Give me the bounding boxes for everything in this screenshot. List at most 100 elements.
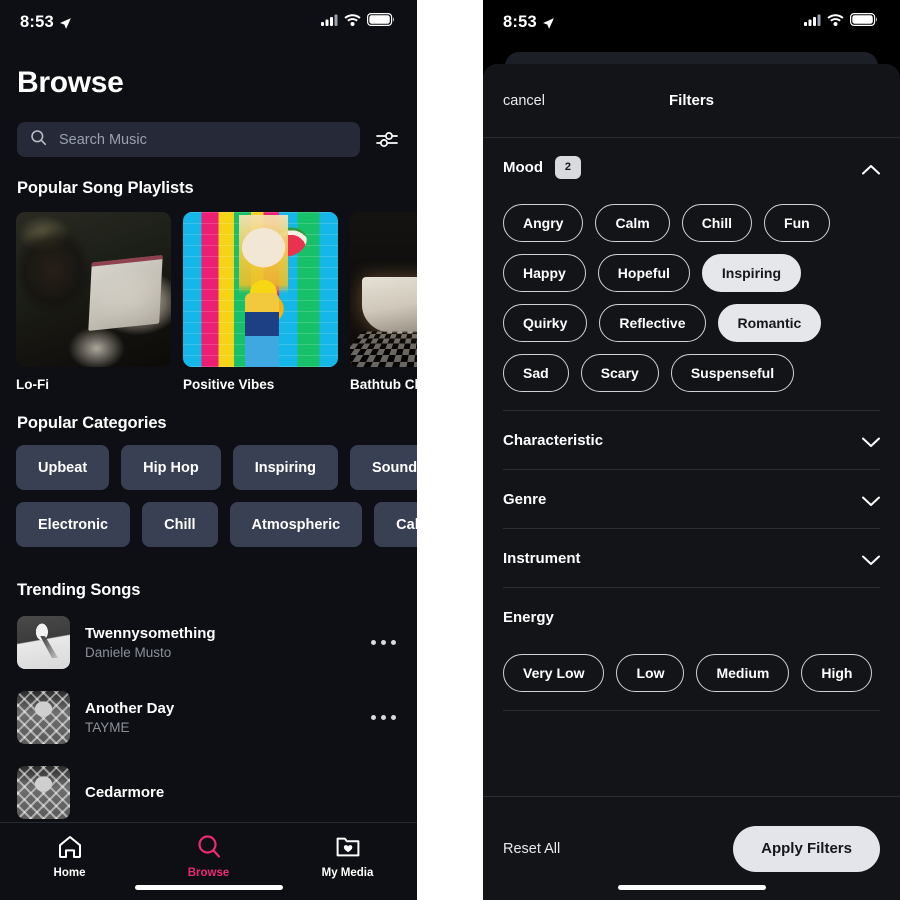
filter-chip-high[interactable]: High	[801, 654, 873, 692]
playlist-artwork	[16, 212, 171, 367]
status-bar-right: 8:53	[483, 0, 900, 44]
search-input[interactable]: Search Music	[17, 122, 360, 157]
status-time-group: 8:53	[20, 13, 72, 32]
wifi-icon	[344, 13, 361, 31]
category-chip[interactable]: Upbeat	[16, 445, 110, 490]
more-options-icon[interactable]	[371, 715, 400, 720]
category-chip[interactable]: Inspiring	[232, 445, 338, 490]
filter-chip-medium[interactable]: Medium	[696, 654, 790, 692]
reset-all-button[interactable]: Reset All	[503, 841, 560, 857]
filters-sheet: cancel Filters Mood 2 Angry Calm Chill F…	[483, 64, 900, 900]
filter-chip-inspiring[interactable]: Inspiring	[701, 254, 802, 292]
filter-chip-angry[interactable]: Angry	[503, 204, 584, 242]
category-chip[interactable]: Hip Hop	[121, 445, 221, 490]
sheet-title: Filters	[668, 92, 714, 109]
category-chip[interactable]: Electronic	[16, 502, 131, 547]
sheet-footer: Reset All Apply Filters	[483, 796, 900, 900]
playlist-card[interactable]: Lo-Fi	[16, 212, 171, 392]
filter-chip-very-low[interactable]: Very Low	[503, 654, 605, 692]
sheet-body: Mood 2 Angry Calm Chill Fun Happy Hopefu…	[483, 138, 900, 796]
playlist-title: Bathtub Ch	[350, 377, 417, 392]
home-indicator	[617, 885, 766, 890]
accordion-header-instrument[interactable]: Instrument	[503, 529, 880, 587]
accordion-title: Instrument	[503, 549, 581, 567]
divider	[503, 710, 880, 711]
playlist-artwork	[183, 212, 338, 367]
song-list-item[interactable]: Another Day TAYME	[0, 680, 417, 755]
song-artwork	[17, 766, 70, 819]
playlist-title: Lo-Fi	[16, 377, 49, 392]
accordion-header-genre[interactable]: Genre	[503, 470, 880, 528]
filter-chip-romantic[interactable]: Romantic	[717, 304, 822, 342]
more-options-icon[interactable]	[371, 640, 400, 645]
location-arrow-icon	[542, 16, 555, 29]
cancel-button[interactable]: cancel	[503, 93, 545, 109]
battery-icon	[367, 13, 395, 31]
playlist-card[interactable]: Bathtub Ch	[350, 212, 417, 392]
search-placeholder: Search Music	[59, 131, 147, 148]
playlists-heading: Popular Song Playlists	[17, 179, 194, 197]
category-chip[interactable]: Soundtr	[349, 445, 417, 490]
song-artwork	[17, 616, 70, 669]
status-indicators	[804, 13, 878, 31]
tab-label-browse: Browse	[187, 867, 230, 879]
bottom-tab-bar: Home Browse My Media	[0, 822, 417, 900]
filter-chip-calm[interactable]: Calm	[595, 204, 670, 242]
tune-sliders-icon[interactable]	[374, 127, 400, 153]
tab-my-media[interactable]: My Media	[303, 834, 393, 879]
status-indicators	[321, 13, 395, 31]
page-title: Browse	[17, 66, 124, 99]
filter-chip-fun[interactable]: Fun	[764, 204, 830, 242]
status-time: 8:53	[20, 12, 54, 31]
song-list-item[interactable]: Cedarmore	[0, 755, 417, 830]
accordion-title: Characteristic	[503, 431, 604, 449]
wifi-icon	[827, 13, 844, 31]
tab-browse[interactable]: Browse	[164, 834, 254, 879]
status-time-group: 8:53	[503, 13, 555, 32]
category-chip[interactable]: Atmospheric	[229, 502, 363, 547]
song-list-item[interactable]: Twennysomething Daniele Musto	[0, 600, 417, 680]
accordion-header-characteristic[interactable]: Characteristic	[503, 411, 880, 469]
search-icon	[196, 834, 222, 864]
sheet-header: cancel Filters	[483, 64, 900, 138]
mood-chip-group: Angry Calm Chill Fun Happy Hopeful Inspi…	[503, 196, 880, 410]
chevron-down-icon	[862, 494, 880, 506]
status-bar-left: 8:53	[0, 0, 417, 44]
accordion-header-mood[interactable]: Mood 2	[503, 138, 880, 196]
playlist-carousel[interactable]: Lo-Fi Positive Vibes Bathtub Ch	[0, 198, 417, 392]
filter-chip-sad[interactable]: Sad	[503, 354, 569, 392]
apply-filters-button[interactable]: Apply Filters	[733, 825, 880, 872]
filter-chip-reflective[interactable]: Reflective	[599, 304, 706, 342]
song-meta: Cedarmore	[85, 784, 400, 801]
energy-chip-group: Very Low Low Medium High	[503, 646, 880, 710]
filter-chip-low[interactable]: Low	[616, 654, 685, 692]
filter-chip-hopeful[interactable]: Hopeful	[597, 254, 690, 292]
filter-chip-scary[interactable]: Scary	[580, 354, 659, 392]
categories-heading: Popular Categories	[17, 414, 167, 432]
chevron-down-icon	[862, 553, 880, 565]
accordion-title: Energy	[503, 608, 554, 626]
song-meta: Another Day TAYME	[85, 700, 356, 735]
playlist-title: Positive Vibes	[183, 377, 275, 392]
search-icon	[30, 129, 47, 151]
accordion-header-energy[interactable]: Energy	[503, 588, 880, 646]
accordion-title: Mood	[503, 158, 543, 176]
filter-chip-suspenseful[interactable]: Suspenseful	[670, 354, 795, 392]
playlist-card[interactable]: Positive Vibes	[183, 212, 338, 392]
category-row-2: Electronic Chill Atmospheric Calm	[0, 490, 417, 547]
song-title: Another Day	[85, 700, 175, 717]
status-badge: 2	[554, 155, 581, 179]
song-artist: Daniele Musto	[85, 645, 172, 660]
filters-screen: 8:53 cancel Filters Mood 2 Angry Calm Ch…	[483, 0, 900, 900]
filter-chip-happy[interactable]: Happy	[503, 254, 586, 292]
home-indicator	[134, 885, 283, 890]
status-time: 8:53	[503, 12, 537, 31]
filter-chip-chill[interactable]: Chill	[681, 204, 753, 242]
category-chip[interactable]: Calm	[374, 502, 417, 547]
category-chip[interactable]: Chill	[142, 502, 218, 547]
filter-chip-quirky[interactable]: Quirky	[503, 304, 588, 342]
song-title: Twennysomething	[85, 625, 216, 642]
chevron-up-icon	[862, 162, 880, 174]
tab-home[interactable]: Home	[25, 834, 115, 879]
chevron-down-icon	[862, 435, 880, 447]
